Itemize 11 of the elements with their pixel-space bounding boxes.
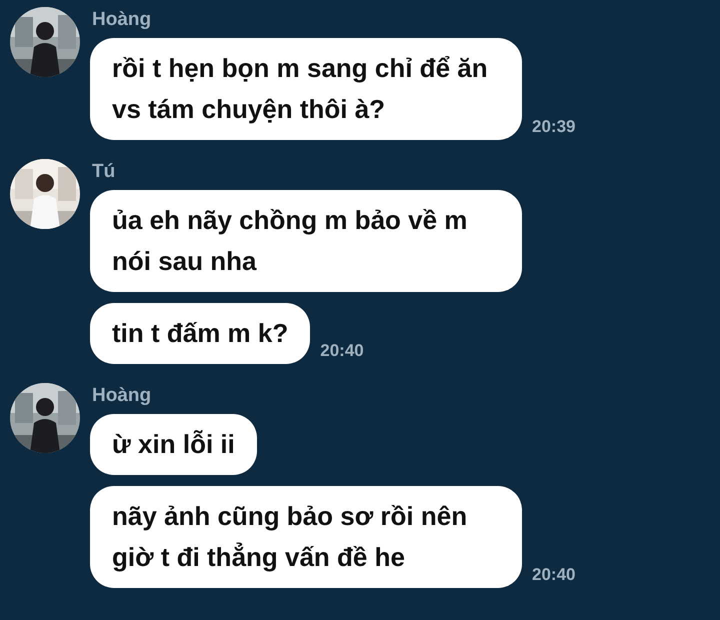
message-time: 20:39 bbox=[532, 116, 576, 138]
sender-name: Tú bbox=[92, 160, 116, 184]
sender-name: Hoàng bbox=[92, 384, 152, 408]
message-bubble: rồi t hẹn bọn m sang chỉ để ăn vs tám chuyện thôi à? bbox=[90, 38, 522, 140]
message-bubble: ừ xin lỗi ii bbox=[90, 414, 257, 475]
sender-name: Hoàng bbox=[92, 8, 152, 32]
message-bubble: nãy ảnh cũng bảo sơ rồi nên giờ t đi thẳng vấn đề he bbox=[90, 486, 522, 588]
message-time: 20:40 bbox=[532, 564, 576, 586]
message-bubble: tin t đấm m k? bbox=[90, 303, 310, 364]
message-bubble: ủa eh nãy chồng m bảo về m nói sau nha bbox=[90, 190, 522, 292]
message-time: 20:40 bbox=[320, 340, 364, 362]
